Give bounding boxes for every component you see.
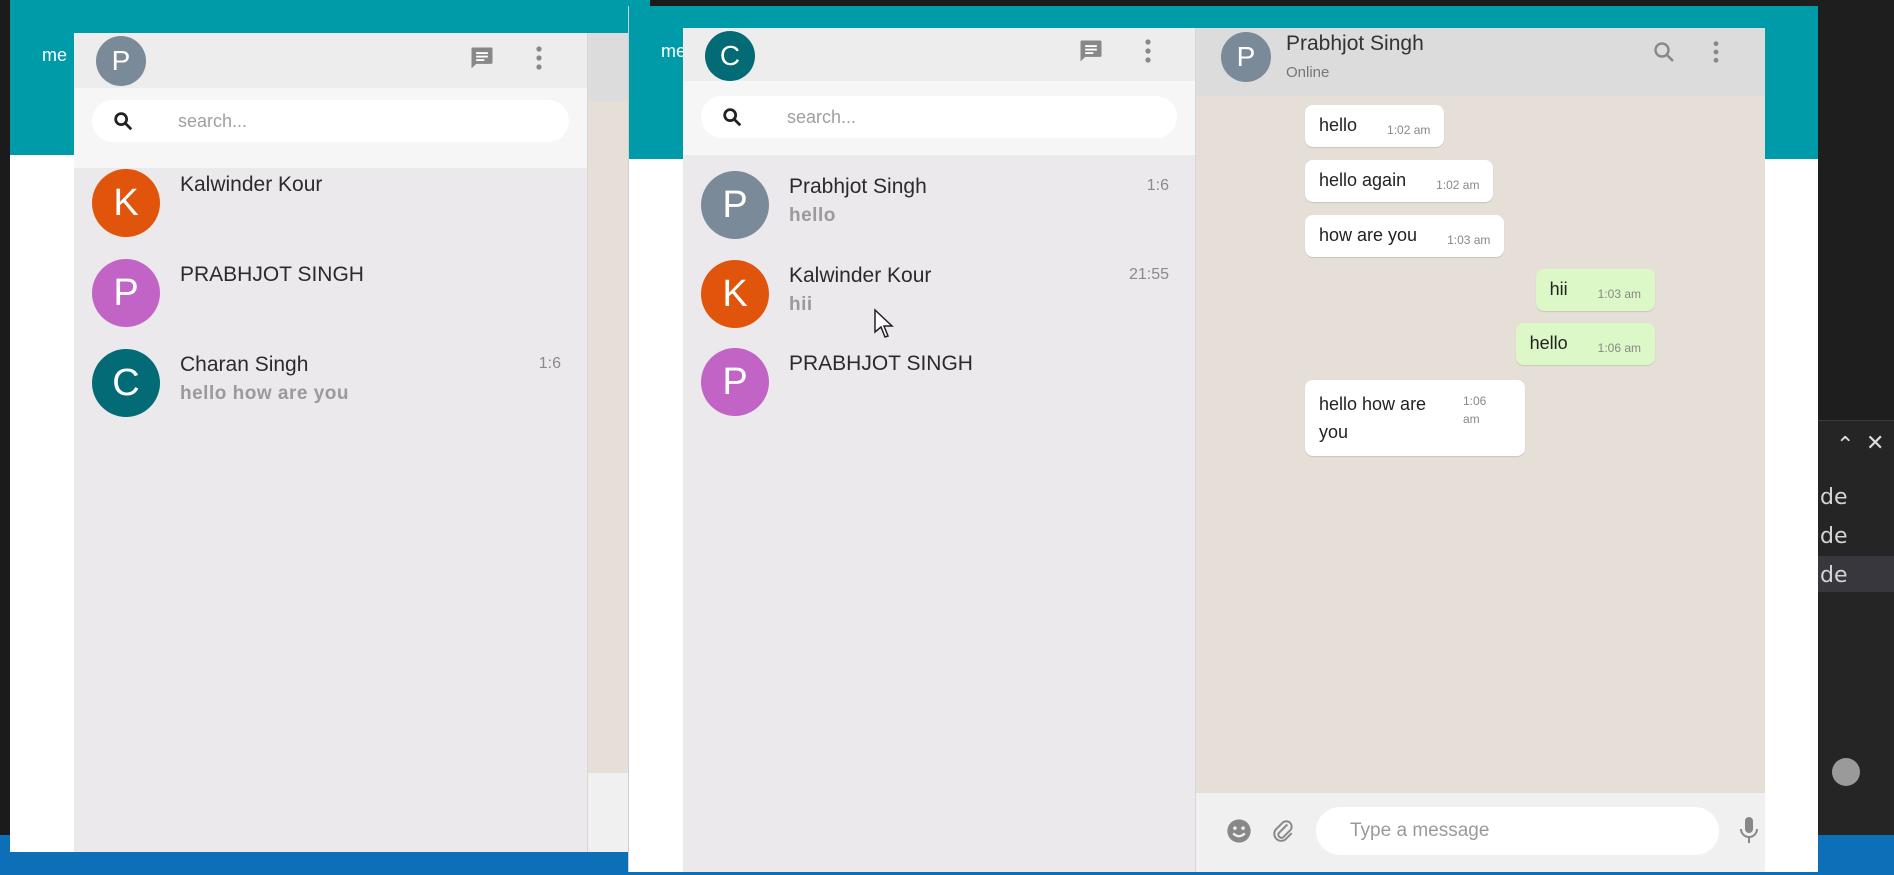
search-icon <box>114 112 133 131</box>
microphone-icon[interactable] <box>1734 815 1764 845</box>
chat-panel: P Prabhjot Singh Online hello 1:02 am hel… <box>1196 28 1765 872</box>
more-vertical-icon[interactable] <box>1701 37 1731 67</box>
sidebar: C P Prabhjot Singh hello 1:6 <box>683 28 1196 872</box>
chat-contact-name: Prabhjot Singh <box>1286 32 1424 55</box>
left-browser-window: me P K Kalwinder Kour <box>10 0 650 852</box>
search-bar <box>683 81 1195 155</box>
search-icon[interactable] <box>1649 37 1679 67</box>
search-input[interactable] <box>178 100 465 142</box>
contact-name: PRABHJOT SINGH <box>789 352 973 375</box>
contact-name: Kalwinder Kour <box>789 264 932 287</box>
chat-icon[interactable] <box>467 43 497 73</box>
contact-item[interactable]: P PRABHJOT SINGH <box>74 253 587 343</box>
contact-name: PRABHJOT SINGH <box>180 263 364 286</box>
chat-header: P Prabhjot Singh Online <box>1196 28 1765 96</box>
contact-item[interactable]: K Kalwinder Kour <box>74 163 587 253</box>
tab-label: me <box>42 45 68 65</box>
contact-avatar[interactable]: P <box>1221 32 1271 82</box>
message-time: 1:02 am <box>1387 123 1431 137</box>
message-time: 1:06 am <box>1597 341 1641 355</box>
contact-name: Charan Singh <box>180 353 309 376</box>
message-text: hello how are you <box>1319 394 1427 442</box>
contact-item[interactable]: C Charan Singh hello how are you 1:6 <box>74 343 587 433</box>
contact-item[interactable]: K Kalwinder Kour hii 21:55 <box>683 254 1195 344</box>
chat-icon[interactable] <box>1076 36 1106 66</box>
contact-name: Prabhjot Singh <box>789 175 927 198</box>
sidebar: P K Kalwinder Kour <box>74 33 588 852</box>
scroll-dot <box>1832 758 1860 786</box>
search-input[interactable] <box>787 96 1073 138</box>
message-bubble-outgoing: hello 1:06 am <box>1515 323 1655 365</box>
user-avatar[interactable]: P <box>96 36 146 86</box>
editor-line: de <box>1820 563 1848 588</box>
message-bubble-incoming: hello how are you 1:06 am <box>1305 380 1525 456</box>
message-time: 1:03 am <box>1447 233 1491 247</box>
contact-name: Kalwinder Kour <box>180 173 323 196</box>
contact-item[interactable]: P PRABHJOT SINGH <box>683 342 1195 432</box>
message-time: 1:02 am <box>1436 178 1480 192</box>
user-avatar[interactable]: C <box>705 31 755 81</box>
message-text: hii <box>1549 279 1568 299</box>
chat-contact-status: Online <box>1286 64 1330 81</box>
paperclip-icon[interactable] <box>1268 816 1298 846</box>
editor-line: de <box>1820 485 1848 510</box>
message-input-box[interactable] <box>1316 807 1719 855</box>
chat-app: C P Prabhjot Singh hello 1:6 <box>683 28 1765 872</box>
message-bubble-incoming: hello again 1:02 am <box>1305 160 1494 202</box>
right-browser-window: me C P Prabhjot Singh hello <box>628 6 1818 872</box>
contact-avatar: P <box>701 348 769 416</box>
mouse-cursor-icon <box>874 308 894 338</box>
message-time: 1:03 am <box>1597 287 1641 301</box>
message-text: hello again <box>1319 170 1407 190</box>
search-box[interactable] <box>701 96 1177 138</box>
message-text: hello <box>1319 115 1358 135</box>
contact-avatar: C <box>92 349 160 417</box>
contact-avatar: P <box>92 259 160 327</box>
message-text: hello <box>1529 333 1568 353</box>
message-bubble-incoming: how are you 1:03 am <box>1305 215 1505 257</box>
emoji-icon[interactable] <box>1224 816 1254 846</box>
contact-avatar: K <box>92 169 160 237</box>
editor-line: de <box>1820 524 1848 549</box>
message-bubble-outgoing: hii 1:03 am <box>1535 269 1655 311</box>
more-vertical-icon[interactable] <box>524 43 554 73</box>
contact-item[interactable]: P Prabhjot Singh hello 1:6 <box>683 165 1195 255</box>
chevron-up-icon[interactable]: ⌃ <box>1836 432 1854 458</box>
search-bar <box>74 88 587 168</box>
message-time: 1:06 am <box>1463 394 1487 426</box>
contact-time: 1:6 <box>1146 177 1169 194</box>
search-box[interactable] <box>92 100 569 142</box>
message-bubble-incoming: hello 1:02 am <box>1305 105 1445 147</box>
contact-avatar: P <box>701 171 769 239</box>
more-vertical-icon[interactable] <box>1133 36 1163 66</box>
contact-last-message: hello <box>789 205 836 226</box>
chat-messages: hello 1:02 am hello again 1:02 am how are … <box>1196 96 1765 793</box>
close-icon[interactable]: ✕ <box>1866 430 1884 456</box>
contact-time: 21:55 <box>1128 266 1169 283</box>
contact-last-message: hello how are you <box>180 383 349 404</box>
contact-time: 1:6 <box>538 355 561 372</box>
contact-avatar: K <box>701 260 769 328</box>
chat-app: P K Kalwinder Kour <box>74 33 650 852</box>
chat-footer <box>1196 793 1765 872</box>
message-text: how are you <box>1319 225 1418 245</box>
message-input[interactable] <box>1350 807 1653 855</box>
contact-last-message: hii <box>789 294 813 315</box>
search-icon <box>723 108 742 127</box>
